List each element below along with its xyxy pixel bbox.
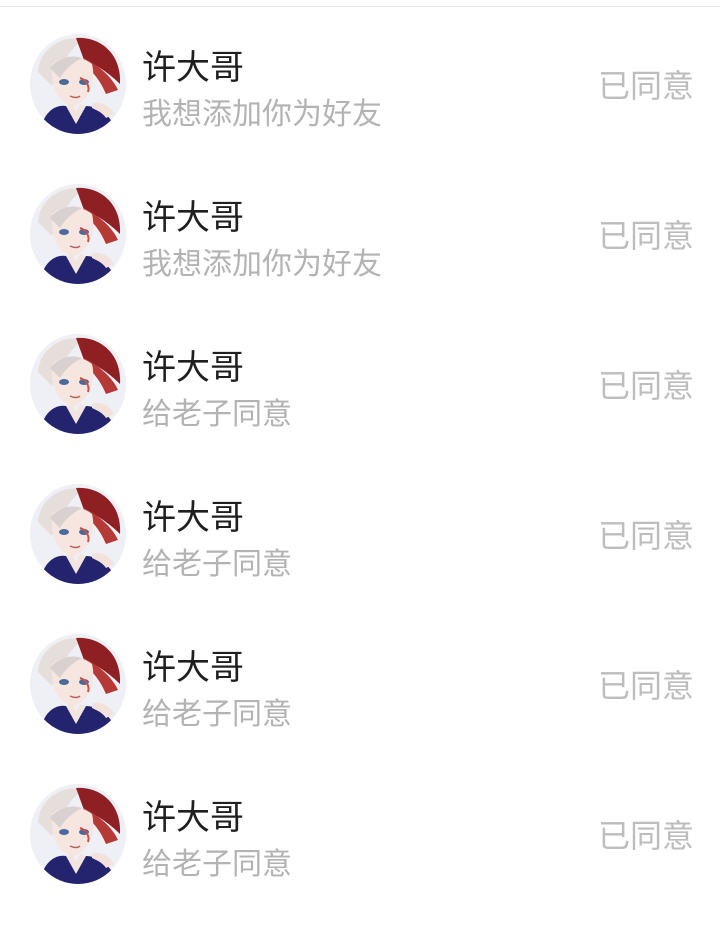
avatar[interactable] [30, 784, 126, 884]
anime-avatar-icon [30, 184, 126, 284]
status-label: 已同意 [597, 517, 694, 555]
sender-name: 许大哥 [142, 198, 244, 238]
friend-request-item[interactable]: 许大哥 给老子同意 已同意 [0, 310, 720, 460]
anime-avatar-icon [30, 784, 126, 884]
avatar[interactable] [30, 484, 126, 584]
avatar[interactable] [30, 184, 126, 284]
sender-name: 许大哥 [142, 498, 244, 538]
anime-avatar-icon [30, 334, 126, 434]
status-label: 已同意 [597, 817, 694, 855]
status-label: 已同意 [597, 67, 694, 105]
avatar[interactable] [30, 34, 126, 134]
friend-request-item[interactable]: 许大哥 给老子同意 已同意 [0, 610, 720, 760]
anime-avatar-icon [30, 484, 126, 584]
request-message: 我想添加你为好友 [142, 247, 382, 282]
sender-name: 许大哥 [142, 48, 244, 88]
top-divider [0, 0, 720, 7]
avatar[interactable] [30, 634, 126, 734]
avatar[interactable] [30, 334, 126, 434]
sender-name: 许大哥 [142, 648, 244, 688]
status-label: 已同意 [597, 367, 694, 405]
friend-request-item[interactable]: 许大哥 给老子同意 已同意 [0, 460, 720, 610]
friend-request-item[interactable]: 许大哥 我想添加你为好友 已同意 [0, 10, 720, 160]
request-message: 我想添加你为好友 [142, 97, 382, 132]
friend-request-item[interactable]: 许大哥 我想添加你为好友 已同意 [0, 160, 720, 310]
status-label: 已同意 [597, 667, 694, 705]
friend-request-item[interactable]: 许大哥 给老子同意 已同意 [0, 760, 720, 910]
anime-avatar-icon [30, 634, 126, 734]
request-message: 给老子同意 [142, 547, 292, 582]
status-label: 已同意 [597, 217, 694, 255]
sender-name: 许大哥 [142, 348, 244, 388]
request-message: 给老子同意 [142, 847, 292, 882]
request-message: 给老子同意 [142, 697, 292, 732]
anime-avatar-icon [30, 34, 126, 134]
sender-name: 许大哥 [142, 798, 244, 838]
request-message: 给老子同意 [142, 397, 292, 432]
friend-request-list: 许大哥 我想添加你为好友 已同意 许大哥 我想添加你为好友 已同意 许大哥 给老… [0, 10, 720, 910]
